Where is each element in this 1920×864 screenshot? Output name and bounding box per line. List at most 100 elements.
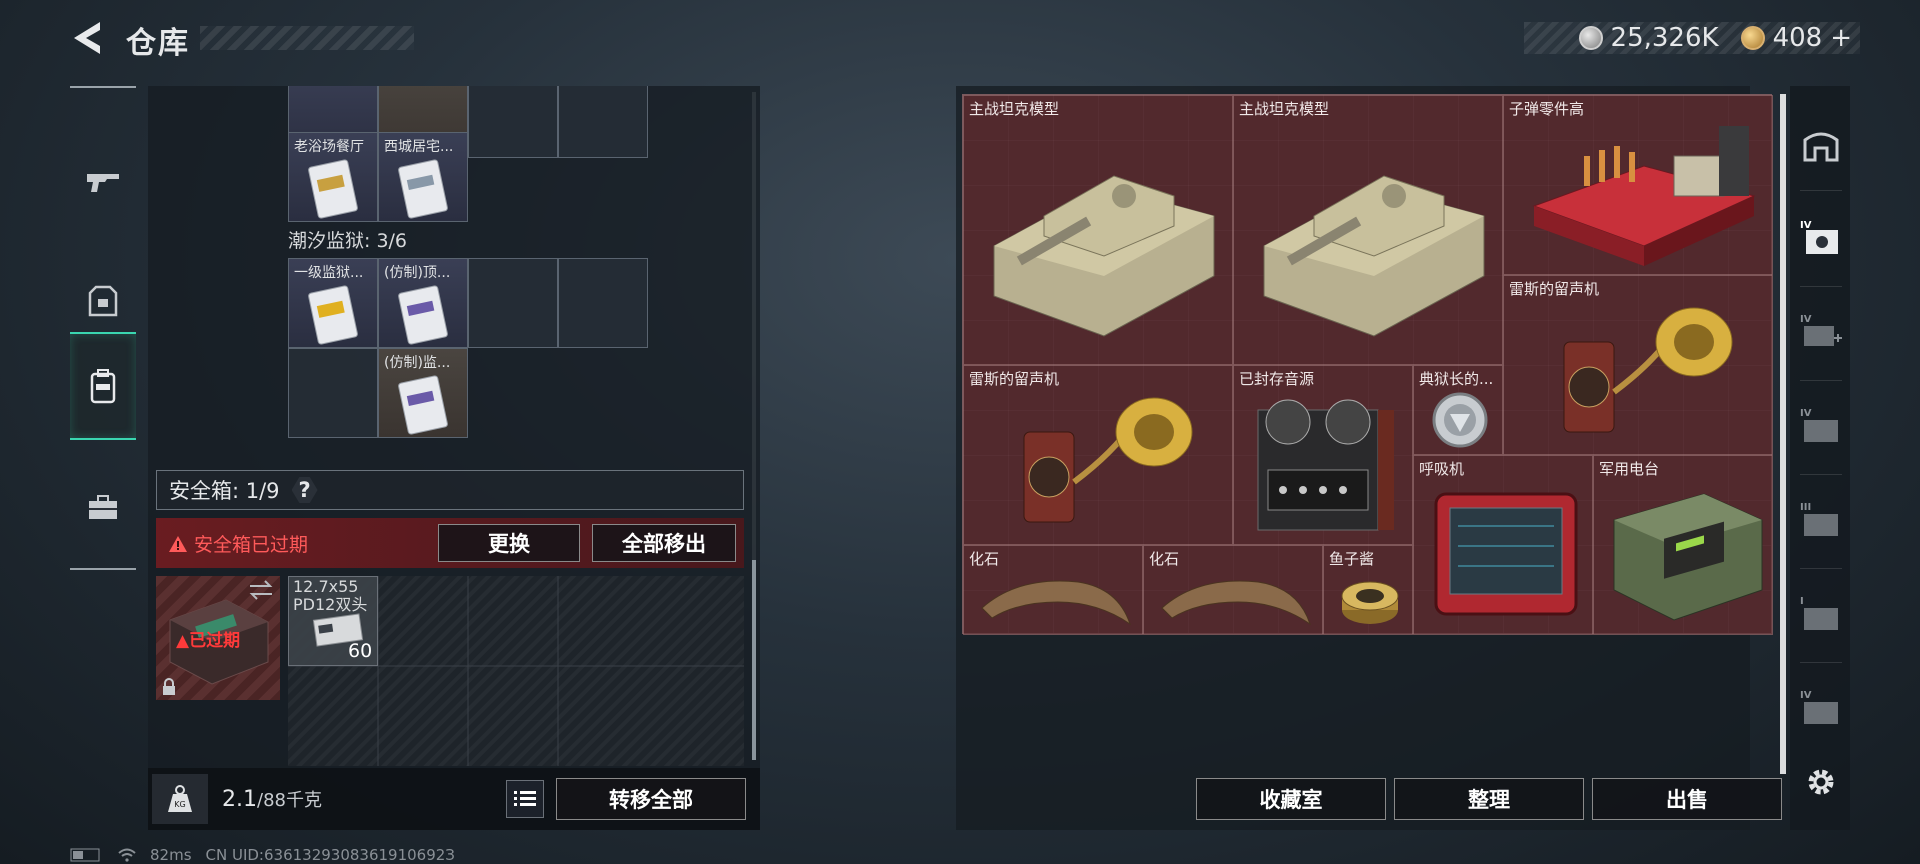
keycard-slot[interactable]: (仿制)监... <box>378 348 468 438</box>
stash-item-gramophone[interactable]: 雷斯的留声机 <box>963 365 1233 545</box>
list-view-button[interactable] <box>506 780 544 818</box>
item-label: (仿制)顶... <box>384 265 451 281</box>
warning-icon <box>169 535 187 552</box>
weight-readout: 2.1/88千克 <box>222 786 322 812</box>
silver-coin-icon <box>1578 26 1603 50</box>
swap-icon[interactable] <box>248 580 274 600</box>
item-label: 西城居宅... <box>384 139 454 155</box>
help-button[interactable]: ? <box>291 477 318 503</box>
keycard-slot[interactable]: (仿制)顶... <box>378 258 468 348</box>
safe-icon: IV <box>1800 220 1838 254</box>
expired-notice-text: 安全箱已过期 <box>194 534 309 556</box>
keycard-icon <box>398 375 448 435</box>
sell-button[interactable]: 出售 <box>1592 778 1782 820</box>
inventory-slot[interactable] <box>468 86 558 158</box>
silver-amount: 25,326K <box>1610 23 1719 53</box>
back-button[interactable] <box>70 18 110 58</box>
item-label: 老浴场餐厅 <box>294 139 364 155</box>
case-icon: I <box>1800 596 1838 630</box>
svg-text:IV: IV <box>1800 690 1812 701</box>
gramophone-icon <box>1563 307 1733 433</box>
rail-tab-case-i[interactable]: I <box>1796 582 1846 646</box>
keycard-slot[interactable]: 一级监狱... <box>288 258 378 348</box>
rail-tab-case-iv[interactable]: IV <box>1796 394 1846 458</box>
title-decoration <box>200 26 414 50</box>
stash-scrollbar[interactable] <box>1780 94 1786 774</box>
inventory-slot[interactable] <box>288 348 378 438</box>
rail-tab-medkit[interactable]: IV <box>1796 300 1846 364</box>
stash-item-fossil[interactable]: 化石 <box>1143 545 1323 635</box>
gold-coin-icon <box>1740 26 1765 50</box>
inventory-scrollbar-thumb[interactable] <box>752 560 756 760</box>
item-label: (仿制)监... <box>384 355 451 371</box>
stash-item-tank[interactable]: 主战坦克模型 <box>963 95 1233 365</box>
stash-item-tape-recorder[interactable]: 已封存音源 <box>1233 365 1413 545</box>
nav-backpack[interactable] <box>70 332 136 440</box>
rail-tab-case-iv-2[interactable]: IV <box>1796 676 1846 740</box>
expired-badge: ▲已过期 <box>176 631 241 651</box>
ammo-name: 12.7x55 PD12双头 <box>293 577 368 614</box>
fossil-claw-icon <box>981 580 1131 626</box>
inventory-slot[interactable] <box>558 258 648 348</box>
ping-readout: 82ms <box>150 846 192 864</box>
uid-readout: CN UID:6361329308361910692З <box>205 846 455 864</box>
list-icon <box>514 791 536 806</box>
gun-icon <box>87 174 119 192</box>
keycard-slot[interactable]: 老浴场餐厅 <box>288 132 378 222</box>
inventory-slot[interactable] <box>468 258 558 348</box>
rail-tab-case-iii[interactable]: III <box>1796 488 1846 552</box>
replace-button[interactable]: 更换 <box>438 524 580 562</box>
remove-all-button[interactable]: 全部移出 <box>592 524 736 562</box>
military-radio-icon <box>1613 493 1763 621</box>
stash-item-gramophone[interactable]: 雷斯的留声机 <box>1503 275 1773 455</box>
keycard-icon <box>308 285 358 345</box>
svg-text:I: I <box>1800 596 1804 607</box>
ammo-parts-icon <box>1532 126 1756 266</box>
stash-item-ammo-parts[interactable]: 子弹零件高 <box>1503 95 1773 275</box>
nav-briefcase[interactable] <box>70 454 136 562</box>
expired-notice: 安全箱已过期 <box>168 530 308 557</box>
tape-recorder-icon <box>1257 399 1394 531</box>
collection-room-button[interactable]: 收藏室 <box>1196 778 1386 820</box>
prison-section-label: 潮汐监狱: 3/6 <box>288 230 408 252</box>
keycard-icon <box>398 159 448 219</box>
tank-model-icon <box>993 175 1215 337</box>
ventilator-icon <box>1434 492 1578 616</box>
nav-weapons[interactable] <box>70 128 136 236</box>
stash-item-tank[interactable]: 主战坦克模型 <box>1233 95 1503 365</box>
case-icon: IV <box>1800 408 1838 442</box>
sort-button[interactable]: 整理 <box>1394 778 1584 820</box>
keycard-icon <box>398 285 448 345</box>
stash-item-warden[interactable]: 典狱长的... <box>1413 365 1503 455</box>
warning-icon: ▲ <box>176 631 190 651</box>
rail-tab-home[interactable] <box>1796 112 1846 176</box>
rail-tab-safe[interactable]: IV <box>1796 206 1846 270</box>
stash-grid: 主战坦克模型 主战坦克模型 子弹零件高 雷斯的留声机 雷斯的留声机 已封存音源 … <box>962 94 1773 635</box>
weight-icon: KG <box>152 774 208 824</box>
inventory-slot[interactable] <box>558 86 648 158</box>
transfer-all-button[interactable]: 转移全部 <box>556 778 746 820</box>
svg-text:III: III <box>1800 502 1811 513</box>
stash-item-radio[interactable]: 军用电台 <box>1593 455 1773 635</box>
item-label: 一级监狱... <box>294 265 364 281</box>
svg-text:IV: IV <box>1800 314 1812 325</box>
keycard-slot[interactable]: 西城居宅... <box>378 132 468 222</box>
backpack-icon <box>90 369 116 404</box>
weight-max: /88千克 <box>257 790 322 811</box>
stash-item-caviar[interactable]: 鱼子酱 <box>1323 545 1413 635</box>
caviar-tin-icon <box>1341 581 1399 624</box>
stash-item-ventilator[interactable]: 呼吸机 <box>1413 455 1593 635</box>
settings-button[interactable] <box>1796 750 1846 814</box>
stash-item-fossil[interactable]: 化石 <box>963 545 1143 635</box>
armor-icon <box>88 285 118 317</box>
gold-amount: 408 <box>1772 23 1823 53</box>
gold-add-button[interactable]: + <box>1830 23 1852 53</box>
wifi-icon <box>118 848 136 862</box>
status-bar: 82ms CN UID:6361329308361910692З <box>70 846 455 864</box>
tank-model-icon <box>1263 175 1485 337</box>
svg-text:KG: KG <box>174 800 185 809</box>
svg-text:IV: IV <box>1800 220 1812 231</box>
gramophone-icon <box>1023 397 1193 523</box>
lock-icon <box>160 678 178 696</box>
page-title: 仓库 <box>126 26 190 61</box>
